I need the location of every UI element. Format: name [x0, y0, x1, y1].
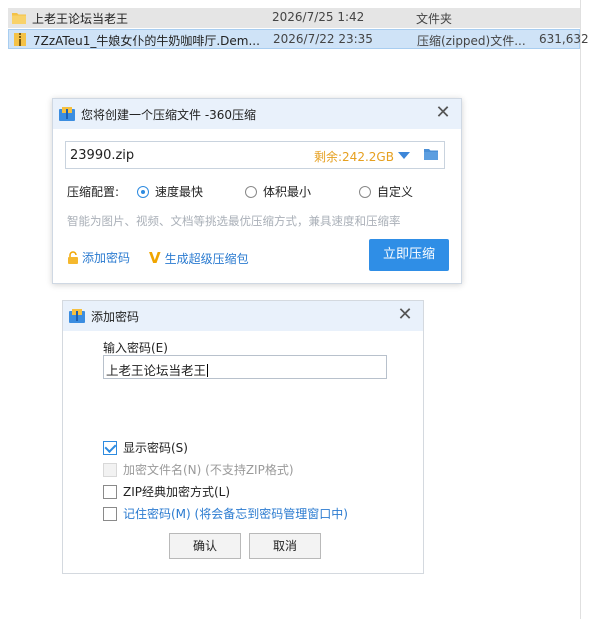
radio-label: 自定义 — [377, 185, 414, 199]
file-name: 7ZzATeu1_牛娘女仆的牛奶咖啡厅.Dem... — [33, 34, 260, 48]
compress-dialog: 您将创建一个压缩文件 -360压缩 ✕ 23990.zip 剩余:242.2GB… — [52, 98, 462, 284]
file-type: 压缩(zipped)文件... — [417, 34, 526, 48]
browse-folder-icon[interactable] — [424, 148, 438, 160]
checkbox-label: ZIP经典加密方式(L) — [123, 485, 231, 499]
compress-now-button[interactable]: 立即压缩 — [369, 239, 449, 271]
360zip-logo-icon — [69, 309, 85, 323]
radio-label: 速度最快 — [155, 185, 204, 199]
compress-dialog-title: 您将创建一个压缩文件 -360压缩 — [81, 108, 257, 122]
radio-circle — [245, 186, 257, 198]
encrypt-filename-checkbox: 加密文件名(N) (不支持ZIP格式) — [103, 461, 294, 478]
lock-icon — [68, 251, 78, 264]
checkbox-box — [103, 507, 117, 521]
checkbox-box — [103, 485, 117, 499]
close-icon[interactable]: ✕ — [395, 305, 415, 325]
show-password-checkbox[interactable]: 显示密码(S) — [103, 439, 188, 456]
v-badge-icon: V — [149, 249, 161, 267]
radio-custom[interactable]: 自定义 — [359, 183, 413, 200]
output-path-field[interactable]: 23990.zip 剩余:242.2GB — [65, 141, 445, 169]
password-dialog-titlebar[interactable]: 添加密码 ✕ — [63, 301, 423, 331]
checkbox-label: 加密文件名(N) (不支持ZIP格式) — [123, 463, 294, 477]
remaining-space: 剩余:242.2GB — [314, 150, 394, 164]
file-size: 631,632 — [539, 32, 589, 46]
file-name: 上老王论坛当老王 — [32, 12, 129, 26]
checkbox-label: 显示密码(S) — [123, 441, 188, 455]
password-input-label: 输入密码(E) — [103, 341, 168, 355]
remember-password-checkbox[interactable]: 记住密码(M) (将会备忘到密码管理窗口中) — [103, 505, 348, 522]
super-package-label: 生成超级压缩包 — [164, 252, 249, 266]
radio-circle — [359, 186, 371, 198]
compress-dialog-titlebar[interactable]: 您将创建一个压缩文件 -360压缩 ✕ — [53, 99, 461, 129]
explorer-right-edge — [580, 0, 581, 619]
checkbox-label: 记住密码(M) (将会备忘到密码管理窗口中) — [123, 507, 348, 521]
radio-label: 体积最小 — [263, 185, 312, 199]
folder-icon — [12, 13, 26, 24]
chevron-down-icon[interactable] — [398, 152, 410, 159]
file-date: 2026/7/22 23:35 — [273, 32, 373, 46]
zip-classic-encryption-checkbox[interactable]: ZIP经典加密方式(L) — [103, 483, 230, 500]
file-row-folder[interactable]: 上老王论坛当老王 2026/7/25 1:42 文件夹 — [8, 8, 580, 28]
zip-file-icon — [14, 33, 26, 46]
compress-hint: 智能为图片、视频、文档等挑选最优压缩方式，兼具速度和压缩率 — [67, 214, 401, 228]
file-type: 文件夹 — [416, 12, 453, 26]
output-filename: 23990.zip — [70, 148, 135, 163]
close-icon[interactable]: ✕ — [433, 103, 453, 123]
checkbox-box — [103, 441, 117, 455]
add-password-link[interactable]: 添加密码 — [67, 249, 130, 266]
file-date: 2026/7/25 1:42 — [272, 10, 365, 24]
file-row-zip[interactable]: 7ZzATeu1_牛娘女仆的牛奶咖啡厅.Dem... 2026/7/22 23:… — [8, 29, 589, 49]
radio-circle — [137, 186, 149, 198]
cancel-button[interactable]: 取消 — [249, 533, 321, 559]
radio-smallest[interactable]: 体积最小 — [245, 183, 311, 200]
password-dialog-title: 添加密码 — [91, 310, 140, 324]
compress-config-label: 压缩配置: — [67, 185, 120, 199]
password-field[interactable]: 上老王论坛当老王 — [103, 355, 387, 379]
add-password-dialog: 添加密码 ✕ 输入密码(E) 上老王论坛当老王 显示密码(S) 加密文件名(N)… — [62, 300, 424, 574]
super-package-link[interactable]: V 生成超级压缩包 — [149, 249, 249, 267]
360zip-logo-icon — [59, 107, 75, 121]
add-password-label: 添加密码 — [82, 251, 131, 265]
confirm-button[interactable]: 确认 — [169, 533, 241, 559]
radio-fastest[interactable]: 速度最快 — [137, 183, 203, 200]
checkbox-box — [103, 463, 117, 477]
password-value: 上老王论坛当老王 — [106, 363, 209, 378]
